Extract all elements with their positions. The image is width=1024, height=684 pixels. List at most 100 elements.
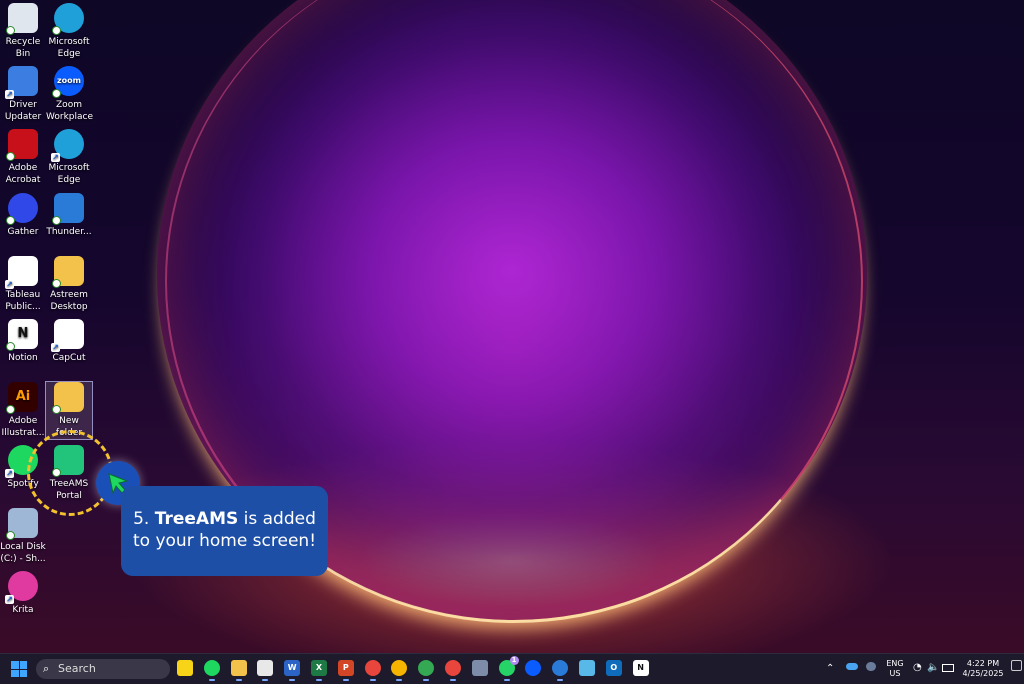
battery-icon[interactable] — [942, 664, 954, 672]
sync-check-icon — [6, 216, 15, 225]
desktop-icon[interactable]: Recycle Bin — [0, 3, 46, 60]
sync-check-icon — [52, 26, 61, 35]
local-disk-icon — [6, 508, 38, 540]
illustrator-icon: Ai — [6, 382, 38, 414]
desktop-icon-label: Driver Updater — [4, 100, 42, 122]
chrome-icon[interactable] — [391, 660, 408, 681]
region-label: US — [889, 669, 901, 678]
zoom-icon[interactable] — [525, 660, 542, 676]
taskbar: ⌕ Search WXP 1 ON ⌃ ENG US ◔ 🔈 4:22 PM 4/2… — [0, 653, 1024, 684]
desktop-icon[interactable]: N Notion — [0, 319, 46, 364]
desktop-icon-label: Adobe Acrobat — [5, 163, 41, 185]
desktop-icon-label: Adobe Illustrat... — [1, 416, 45, 438]
sync-check-icon — [52, 279, 61, 288]
sticky-notes-icon[interactable] — [177, 660, 193, 676]
desktop-icon[interactable]: Ai Adobe Illustrat... — [0, 382, 46, 439]
zoom-icon: zoom — [52, 66, 84, 98]
sync-check-icon — [6, 342, 15, 351]
word-icon[interactable]: W — [284, 660, 301, 681]
shortcut-arrow-icon: ↗ — [5, 469, 14, 478]
edge-icon — [52, 3, 84, 35]
volume-icon[interactable]: 🔈 — [927, 662, 939, 673]
shortcut-arrow-icon: ↗ — [51, 153, 60, 162]
driver-updater-icon: ↗ — [5, 66, 38, 99]
search-icon: ⌕ — [43, 662, 50, 675]
wifi-icon[interactable]: ◔ — [913, 662, 922, 673]
acrobat-icon — [6, 129, 38, 161]
sync-check-icon — [6, 531, 15, 540]
gather-icon — [6, 193, 38, 225]
shortcut-arrow-icon: ↗ — [51, 343, 60, 352]
snipping-tool-icon[interactable] — [257, 660, 274, 681]
desktop-icon[interactable]: Thunder... — [46, 193, 92, 238]
excel-icon[interactable]: X — [311, 660, 327, 681]
desktop-icon[interactable]: ↗ Tableau Public... — [0, 256, 46, 313]
tableau-icon: ↗ — [5, 256, 38, 289]
notification-icon[interactable] — [1011, 660, 1022, 671]
sync-check-icon — [6, 26, 15, 35]
clock-date: 4/25/2025 — [962, 669, 1004, 678]
clock-time: 4:22 PM — [966, 659, 1000, 668]
lang-label: ENG — [886, 659, 904, 668]
network-error-icon[interactable] — [866, 662, 876, 671]
onedrive-icon[interactable] — [846, 663, 858, 670]
shortcut-arrow-icon: ↗ — [5, 280, 14, 289]
desktop-icon[interactable]: Gather — [0, 193, 46, 238]
desktop-icon[interactable]: Local Disk (C:) - Sh... — [0, 508, 46, 565]
desktop-icon-label: Microsoft Edge — [48, 163, 90, 185]
desktop-icon[interactable]: Adobe Acrobat — [0, 129, 46, 186]
file-explorer-icon[interactable] — [230, 660, 247, 681]
spotify-icon[interactable] — [203, 660, 220, 681]
desktop-icon-label: Thunder... — [46, 227, 92, 237]
taskbar-search[interactable]: ⌕ Search — [36, 659, 170, 679]
chrome-icon[interactable] — [418, 660, 435, 681]
edge-icon: ↗ — [51, 129, 84, 162]
sync-check-icon — [6, 152, 15, 161]
shortcut-arrow-icon: ↗ — [5, 595, 14, 604]
clock[interactable]: 4:22 PM 4/25/2025 — [960, 659, 1006, 679]
chrome-icon[interactable] — [364, 660, 381, 681]
callout-step: 5. — [133, 509, 150, 529]
notion-icon[interactable]: N — [632, 660, 649, 676]
notion-icon: N — [6, 319, 38, 351]
edge-icon[interactable] — [552, 660, 569, 681]
sync-check-icon — [52, 405, 61, 414]
desktop-icon-label: Krita — [12, 605, 34, 615]
desktop-icon-label: Local Disk (C:) - Sh... — [0, 542, 46, 564]
chevron-up-icon[interactable]: ⌃ — [826, 663, 834, 674]
start-button[interactable] — [11, 661, 27, 677]
desktop-icon[interactable]: ↗ Driver Updater — [0, 66, 46, 123]
desktop-icon-label: Astreem Desktop — [50, 290, 88, 312]
desktop-icon[interactable]: ↗ CapCut — [46, 319, 92, 364]
desktop-icon-label: Microsoft Edge — [48, 37, 90, 59]
outlook-icon[interactable]: O — [605, 660, 622, 676]
desktop-icon-label: Tableau Public... — [5, 290, 41, 312]
sync-check-icon — [6, 405, 15, 414]
calculator-icon[interactable] — [471, 660, 488, 676]
krita-icon: ↗ — [5, 571, 38, 604]
chrome-icon[interactable] — [445, 660, 461, 681]
powerpoint-icon[interactable]: P — [337, 660, 354, 681]
capcut-icon: ↗ — [51, 319, 84, 352]
callout-app-name: TreeAMS — [154, 509, 239, 529]
desktop-icon[interactable]: ↗ Microsoft Edge — [46, 129, 92, 186]
recycle-bin-icon — [6, 3, 38, 35]
desktop-icon[interactable]: zoom Zoom Workplace — [46, 66, 94, 123]
sync-check-icon — [52, 216, 61, 225]
desktop-icon-label: Notion — [8, 353, 38, 363]
instruction-callout: 5. TreeAMS is added to your home screen! — [121, 486, 328, 576]
folder-icon — [52, 382, 84, 414]
desktop-icon-label: Gather — [7, 227, 39, 237]
search-label: Search — [58, 662, 96, 675]
language-indicator[interactable]: ENG US — [884, 659, 906, 679]
desktop-icon[interactable]: Microsoft Edge — [46, 3, 92, 60]
desktop-icon[interactable]: ↗ Krita — [0, 571, 46, 616]
thunderbird-icon — [52, 193, 84, 225]
desktop-icon-label: Zoom Workplace — [46, 100, 94, 122]
desktop-icon-label: CapCut — [52, 353, 86, 363]
folder-icon — [52, 256, 84, 288]
notification-badge: 1 — [509, 656, 519, 665]
whatsapp-icon[interactable]: 1 — [498, 656, 519, 681]
notepad-icon[interactable] — [579, 660, 595, 676]
desktop-icon[interactable]: Astreem Desktop — [46, 256, 92, 313]
